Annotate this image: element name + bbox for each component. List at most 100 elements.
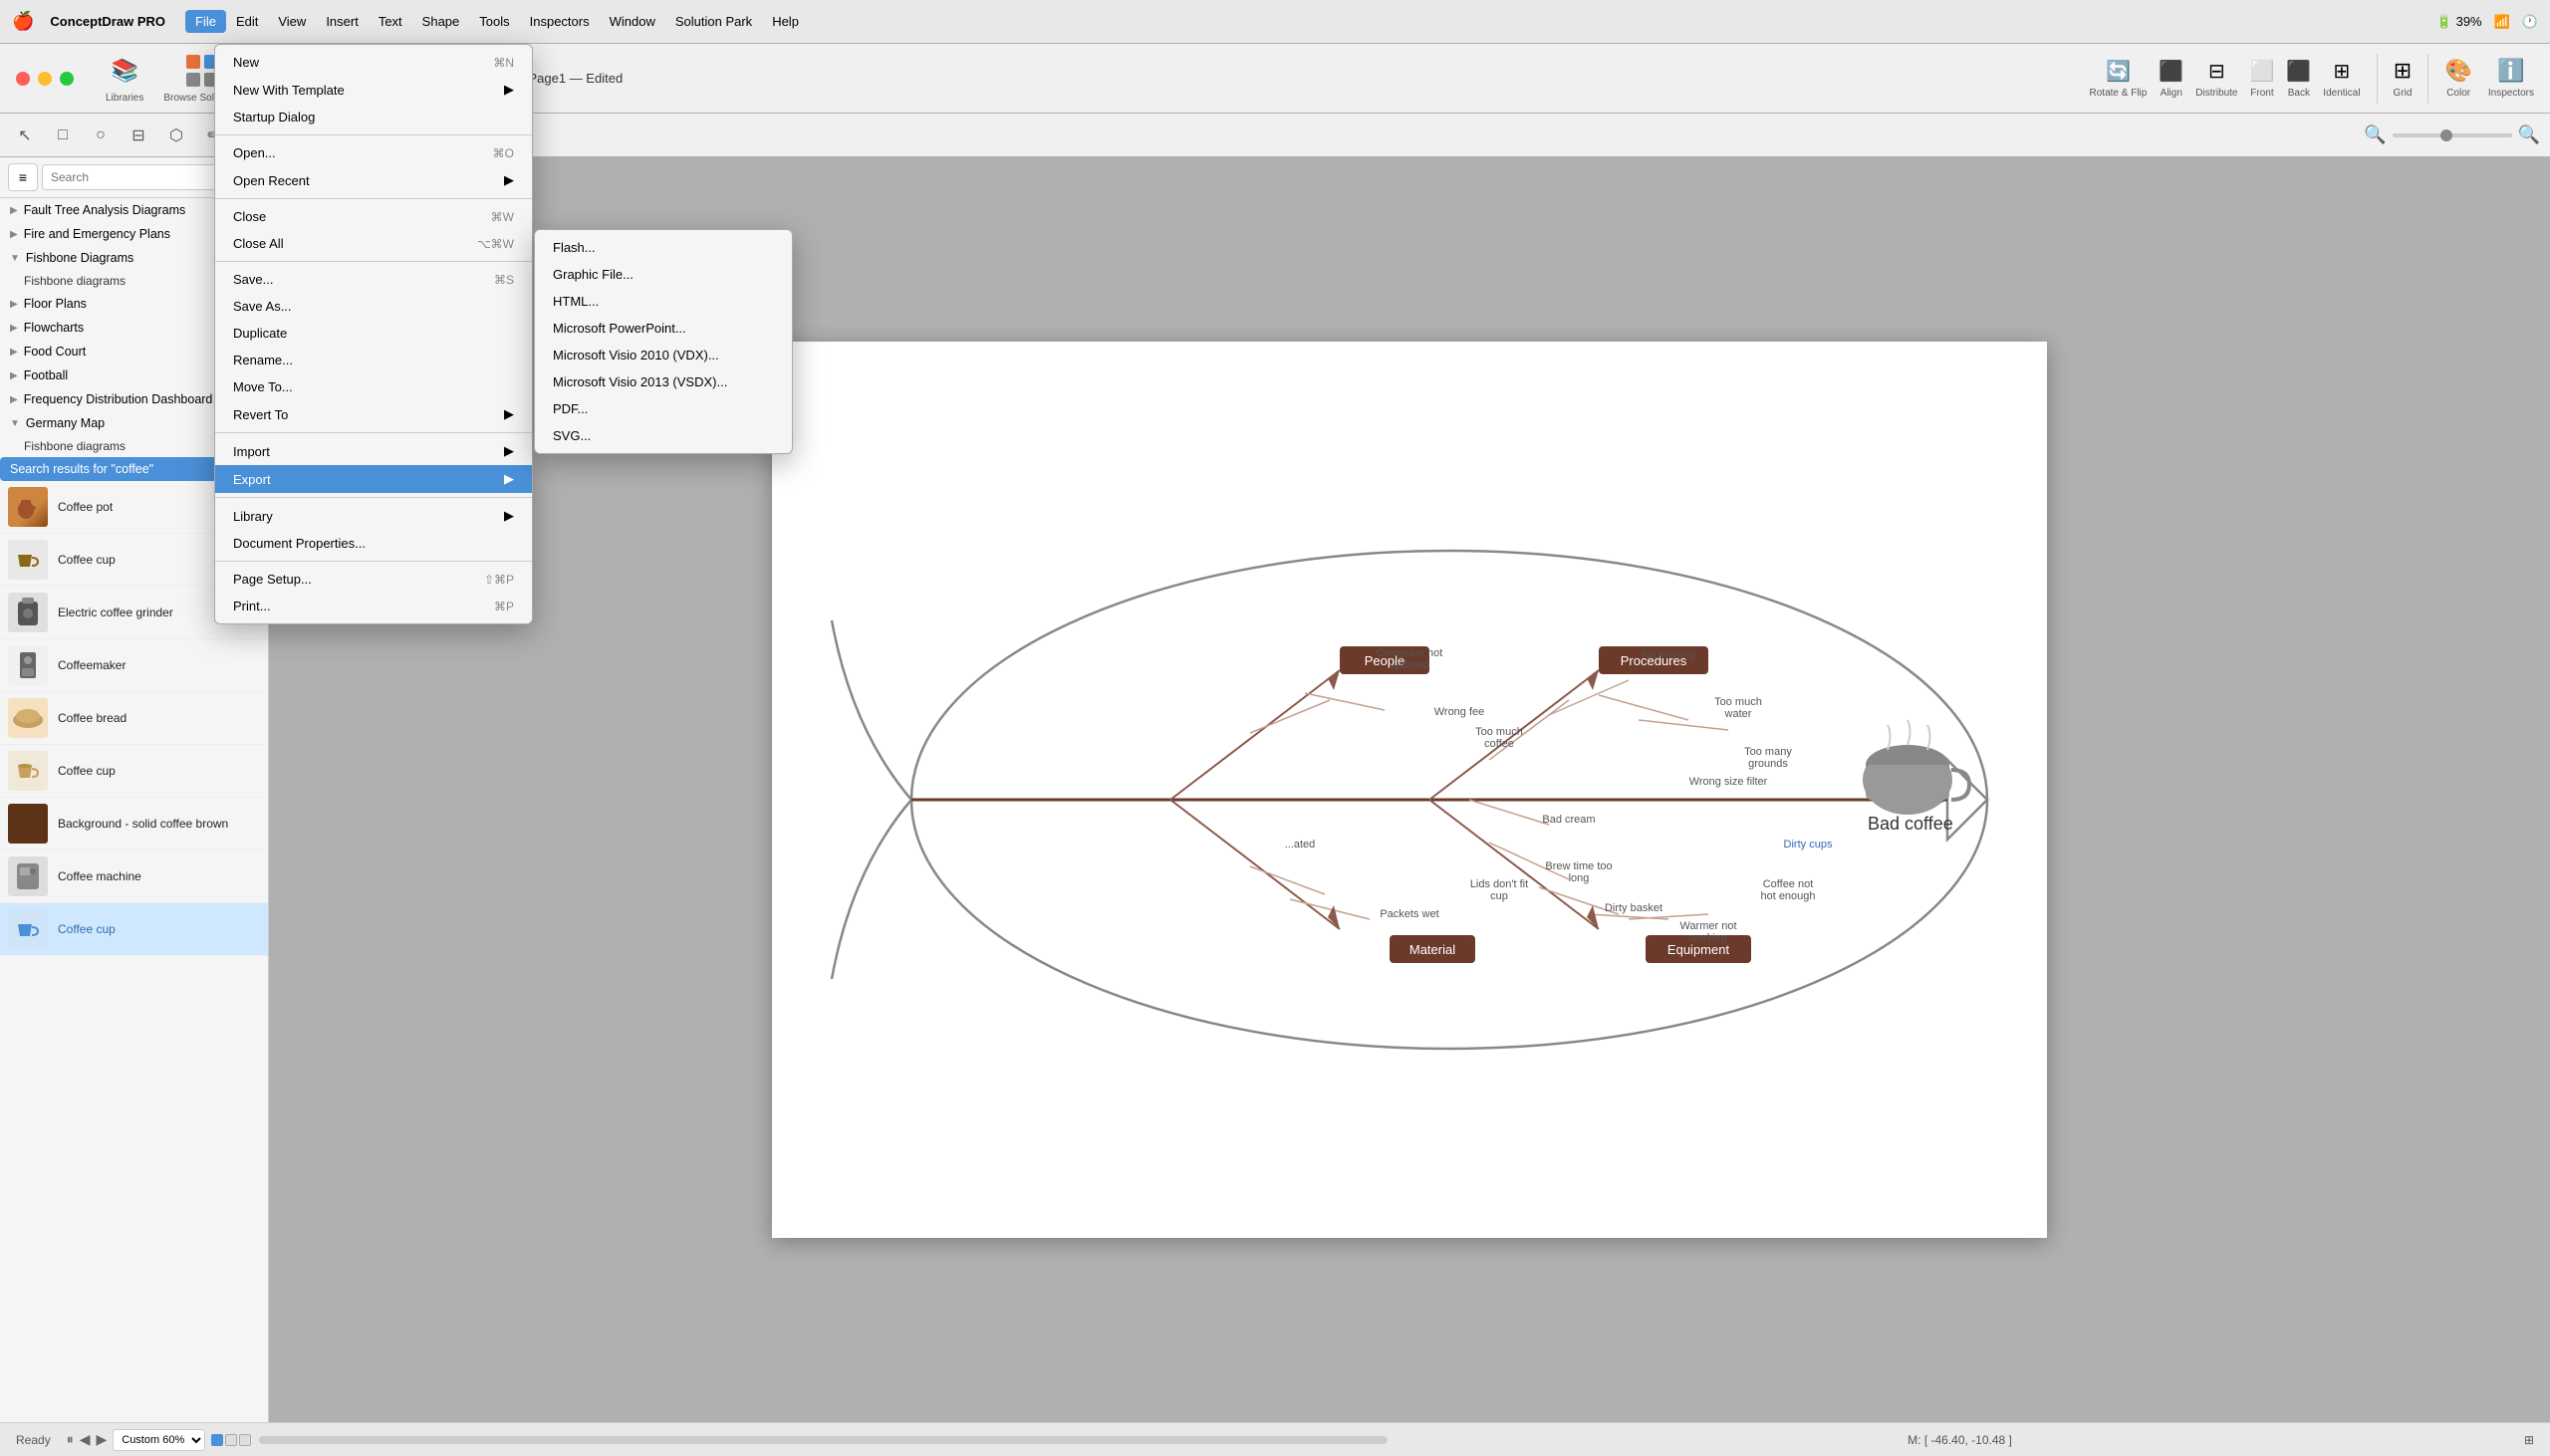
minimize-button[interactable] — [38, 72, 52, 86]
export-flash[interactable]: Flash... — [535, 234, 792, 261]
export-svg[interactable]: SVG... — [535, 422, 792, 449]
export-html[interactable]: HTML... — [535, 288, 792, 315]
menu-close-all[interactable]: Close All ⌥⌘W — [215, 230, 532, 257]
toolbar-sep3 — [2427, 54, 2428, 104]
export-submenu[interactable]: Flash... Graphic File... HTML... Microso… — [534, 229, 793, 454]
select-tool[interactable]: ↖ — [10, 121, 40, 150]
result-coffee-cup-2[interactable]: Coffee cup — [0, 745, 268, 798]
sidebar-search-input[interactable] — [42, 164, 230, 190]
menu-solution-park[interactable]: Solution Park — [665, 10, 762, 33]
menu-view[interactable]: View — [268, 10, 316, 33]
pause-button[interactable]: ⏸ — [67, 1431, 74, 1448]
menu-help[interactable]: Help — [762, 10, 809, 33]
menu-document-properties[interactable]: Document Properties... — [215, 530, 532, 557]
menu-move-to[interactable]: Move To... — [215, 373, 532, 400]
canvas[interactable]: Bad coffee People Pro — [772, 342, 2047, 1238]
menu-inspectors[interactable]: Inspectors — [520, 10, 600, 33]
menu-save-as[interactable]: Save As... — [215, 293, 532, 320]
menu-file[interactable]: File — [185, 10, 226, 33]
identical-button[interactable]: ⊞ Identical — [2323, 59, 2360, 99]
menu-duplicate-label: Duplicate — [233, 326, 287, 341]
menu-open-recent[interactable]: Open Recent ▶ — [215, 166, 532, 194]
rect-tool[interactable]: □ — [48, 121, 78, 150]
next-page-button[interactable]: ▶ — [96, 1431, 107, 1448]
scroll-track[interactable] — [259, 1436, 1388, 1444]
zoom-thumb[interactable] — [2440, 129, 2452, 141]
export-visio-2013[interactable]: Microsoft Visio 2013 (VSDX)... — [535, 368, 792, 395]
menu-rename[interactable]: Rename... — [215, 347, 532, 373]
result-coffee-cup-3[interactable]: Coffee cup — [0, 903, 268, 956]
menu-shape[interactable]: Shape — [412, 10, 470, 33]
color-button[interactable]: 🎨 Color — [2444, 58, 2471, 99]
result-coffee-bread[interactable]: Coffee bread — [0, 692, 268, 745]
menu-tools[interactable]: Tools — [469, 10, 519, 33]
menu-import-label: Import — [233, 444, 270, 459]
result-coffeemaker[interactable]: Coffeemaker — [0, 639, 268, 692]
page-tab-2[interactable] — [225, 1434, 237, 1446]
sidebar-label: Germany Map — [26, 416, 105, 430]
align-button[interactable]: ⬛ Align — [2159, 59, 2183, 99]
svg-text:cup: cup — [1490, 890, 1508, 902]
table-tool[interactable]: ⊟ — [124, 121, 153, 150]
menu-print[interactable]: Print... ⌘P — [215, 593, 532, 619]
grid-button[interactable]: ⊞ Grid — [2394, 58, 2413, 99]
page-tab-1[interactable] — [211, 1434, 223, 1446]
menu-close[interactable]: Close ⌘W — [215, 203, 532, 230]
menu-window[interactable]: Window — [600, 10, 665, 33]
export-ppt-label: Microsoft PowerPoint... — [553, 321, 686, 336]
menu-revert-to[interactable]: Revert To ▶ — [215, 400, 532, 428]
maximize-button[interactable] — [60, 72, 74, 86]
zoom-out-button[interactable]: 🔍 — [2364, 124, 2386, 145]
menu-new-with-template[interactable]: New With Template ▶ — [215, 76, 532, 104]
zoom-select[interactable]: Custom 60% 100% 75% 50% — [113, 1429, 205, 1451]
menu-new-template-label: New With Template — [233, 83, 345, 98]
export-pdf[interactable]: PDF... — [535, 395, 792, 422]
distribute-button[interactable]: ⊟ Distribute — [2195, 59, 2237, 99]
libraries-label: Libraries — [106, 93, 143, 104]
shape-tool[interactable]: ⬡ — [161, 121, 191, 150]
menu-edit[interactable]: Edit — [226, 10, 268, 33]
close-button[interactable] — [16, 72, 30, 86]
arrow-icon: ▶ — [10, 370, 18, 381]
result-bg-brown[interactable]: Background - solid coffee brown — [0, 798, 268, 850]
machine-label: Coffee machine — [58, 869, 141, 883]
prev-page-button[interactable]: ◀ — [80, 1431, 91, 1448]
front-button[interactable]: ⬜ Front — [2249, 59, 2274, 99]
inspectors-button[interactable]: ℹ️ Inspectors — [2488, 58, 2534, 99]
menu-duplicate[interactable]: Duplicate — [215, 320, 532, 347]
export-powerpoint[interactable]: Microsoft PowerPoint... — [535, 315, 792, 342]
menu-close-all-shortcut: ⌥⌘W — [477, 237, 514, 251]
menu-new-label: New — [233, 55, 259, 70]
menu-save[interactable]: Save... ⌘S — [215, 266, 532, 293]
menu-sep-6 — [215, 561, 532, 562]
zoom-slider[interactable] — [2393, 133, 2512, 137]
export-graphic-file[interactable]: Graphic File... — [535, 261, 792, 288]
svg-text:updated: updated — [1390, 659, 1429, 671]
sidebar-view-button[interactable]: ≡ — [8, 163, 38, 191]
menu-import[interactable]: Import ▶ — [215, 437, 532, 465]
menu-print-label: Print... — [233, 599, 271, 613]
ellipse-tool[interactable]: ○ — [86, 121, 116, 150]
back-button[interactable]: ⬛ Back — [2286, 59, 2311, 99]
menu-page-setup[interactable]: Page Setup... ⇧⌘P — [215, 566, 532, 593]
menu-new[interactable]: New ⌘N — [215, 49, 532, 76]
export-visio-2010[interactable]: Microsoft Visio 2010 (VDX)... — [535, 342, 792, 368]
app-name[interactable]: ConceptDraw PRO — [50, 14, 165, 29]
menu-insert[interactable]: Insert — [316, 10, 369, 33]
result-coffee-machine[interactable]: Coffee machine — [0, 850, 268, 903]
svg-text:Packets wet: Packets wet — [1380, 908, 1438, 920]
menu-startup-dialog[interactable]: Startup Dialog — [215, 104, 532, 130]
apple-menu[interactable]: 🍎 — [12, 11, 34, 32]
libraries-button[interactable]: 📚 Libraries — [106, 53, 143, 104]
menu-export[interactable]: Export ▶ — [215, 465, 532, 493]
resize-handle[interactable]: ⊞ — [2524, 1433, 2534, 1447]
menu-library[interactable]: Library ▶ — [215, 502, 532, 530]
menu-open[interactable]: Open... ⌘O — [215, 139, 532, 166]
file-menu[interactable]: New ⌘N New With Template ▶ Startup Dialo… — [214, 44, 533, 624]
menu-text[interactable]: Text — [369, 10, 412, 33]
rotate-flip-button[interactable]: 🔄 Rotate & Flip — [2090, 59, 2148, 99]
coffee-cup-label-1: Coffee cup — [58, 553, 116, 567]
zoom-in-button[interactable]: 🔍 — [2518, 124, 2540, 145]
page-tab-3[interactable] — [239, 1434, 251, 1446]
toolbar-sep2 — [2377, 54, 2378, 104]
